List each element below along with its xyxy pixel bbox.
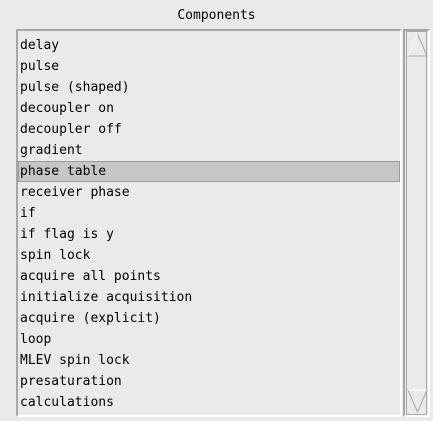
list-item[interactable]: gradient — [18, 140, 400, 161]
list-item[interactable]: receiver phase — [18, 182, 400, 203]
list-item[interactable]: acquire all points — [18, 266, 400, 287]
panel-title: Components — [177, 8, 256, 23]
list-item[interactable]: acquire (explicit) — [18, 308, 400, 329]
list-item[interactable]: if flag is y — [18, 224, 400, 245]
list-item[interactable]: calculations — [18, 392, 400, 413]
list-item[interactable]: decoupler on — [18, 98, 400, 119]
vertical-scrollbar[interactable] — [403, 29, 430, 417]
list-item[interactable]: pulse — [18, 56, 400, 77]
list-item[interactable]: loop — [18, 329, 400, 350]
scrollbar-thumb[interactable] — [406, 31, 427, 415]
list-item[interactable]: delay — [18, 35, 400, 56]
list-item[interactable]: if — [18, 203, 400, 224]
list-item[interactable]: MLEV spin lock — [18, 350, 400, 371]
triangle-down-icon[interactable] — [407, 388, 428, 414]
list-item[interactable]: initialize acquisition — [18, 287, 400, 308]
components-listbox[interactable]: delay pulse pulse (shaped) decoupler on … — [16, 29, 402, 417]
list-item[interactable]: presaturation — [18, 371, 400, 392]
list-item[interactable]: pulse (shaped) — [18, 77, 400, 98]
triangle-up-icon[interactable] — [407, 32, 428, 58]
components-panel: Components delay pulse pulse (shaped) de… — [0, 0, 433, 421]
list-item[interactable]: spin lock — [18, 245, 400, 266]
list-item[interactable]: decoupler off — [18, 119, 400, 140]
list-item-selected[interactable]: phase table — [18, 161, 400, 182]
components-list: delay pulse pulse (shaped) decoupler on … — [18, 35, 400, 413]
